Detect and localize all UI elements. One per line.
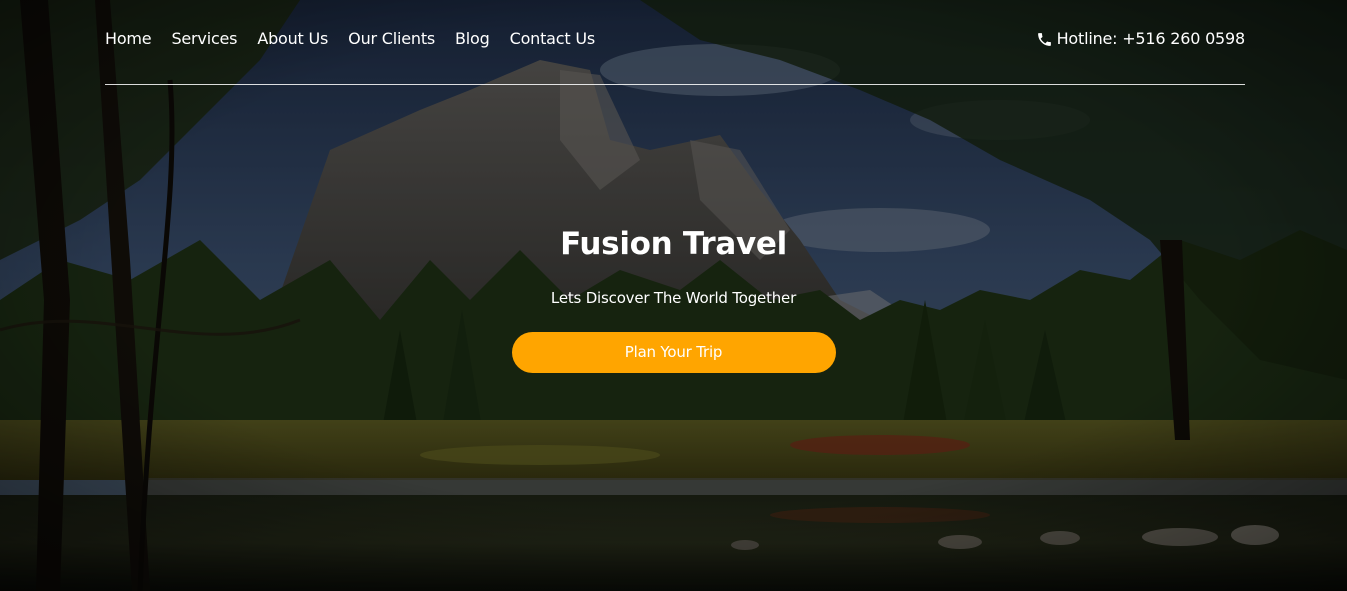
hero-title: Fusion Travel xyxy=(560,226,787,262)
nav-link-contact-us[interactable]: Contact Us xyxy=(510,29,596,48)
nav-item-blog: Blog xyxy=(455,28,490,50)
nav-menu: Home Services About Us Our Clients Blog … xyxy=(105,28,595,50)
nav-item-services: Services xyxy=(171,28,237,50)
nav-item-about-us: About Us xyxy=(257,28,328,50)
plan-your-trip-button[interactable]: Plan Your Trip xyxy=(511,332,836,373)
nav-item-contact-us: Contact Us xyxy=(510,28,596,50)
hero-subtitle: Lets Discover The World Together xyxy=(550,289,797,307)
nav-link-our-clients[interactable]: Our Clients xyxy=(348,29,435,48)
top-navbar: Home Services About Us Our Clients Blog … xyxy=(105,0,1245,85)
nav-link-home[interactable]: Home xyxy=(105,29,152,48)
phone-icon xyxy=(1036,31,1053,48)
nav-link-services[interactable]: Services xyxy=(171,29,237,48)
hero-content: Fusion Travel Lets Discover The World To… xyxy=(0,222,1347,373)
nav-item-our-clients: Our Clients xyxy=(348,28,435,50)
hotline[interactable]: Hotline: +516 260 0598 xyxy=(1036,28,1245,50)
hero-section: Home Services About Us Our Clients Blog … xyxy=(0,0,1347,591)
nav-link-blog[interactable]: Blog xyxy=(455,29,490,48)
hotline-text: Hotline: +516 260 0598 xyxy=(1056,29,1246,48)
nav-link-about-us[interactable]: About Us xyxy=(257,29,328,48)
nav-item-home: Home xyxy=(105,28,152,50)
